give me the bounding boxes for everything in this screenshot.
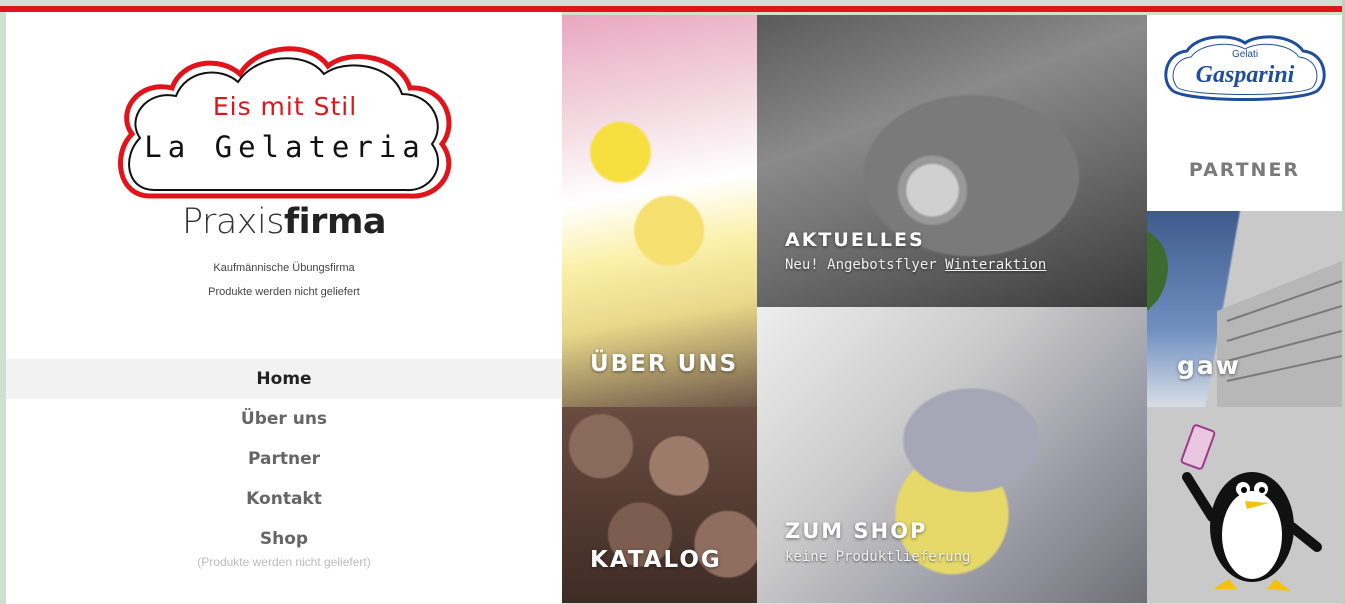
tile-shop-label: ZUM SHOP xyxy=(785,519,928,543)
logo-slogan: Eis mit Stil xyxy=(212,92,358,121)
tile-katalog[interactable]: KATALOG xyxy=(562,407,757,603)
nav-shop[interactable]: Shop xyxy=(6,519,562,559)
penguin-mascot-icon xyxy=(1180,424,1322,591)
nav-ueber-uns[interactable]: Über uns xyxy=(6,399,562,439)
tile-katalog-label: KATALOG xyxy=(590,547,722,573)
tile-ueber-uns[interactable]: ÜBER UNS xyxy=(562,15,757,407)
praxisfirma-title: Praxisfirma xyxy=(6,202,562,242)
aktuelles-sub-text: Neu! Angebotsflyer xyxy=(785,257,946,273)
tagline-2: Produkte werden nicht geliefert xyxy=(208,286,360,298)
tile-penguin-mascot[interactable] xyxy=(1147,407,1342,603)
tile-shop-sub: keine Produktlieferung xyxy=(785,549,971,565)
tile-partner[interactable]: Gelati Gasparini PARTNER xyxy=(1147,15,1342,211)
tile-aktuelles[interactable]: AKTUELLES Neu! Angebotsflyer Winteraktio… xyxy=(757,15,1147,307)
shop-note: (Produkte werden nicht geliefert) xyxy=(197,555,371,569)
nav-home[interactable]: Home xyxy=(6,359,562,399)
tile-zum-shop[interactable]: ZUM SHOP keine Produktlieferung xyxy=(757,307,1147,603)
tile-gaw[interactable]: gaw xyxy=(1147,211,1342,407)
nav-partner[interactable]: Partner xyxy=(6,439,562,479)
tile-aktuelles-label: AKTUELLES xyxy=(785,229,925,251)
main-nav: Home Über uns Partner Kontakt Shop (Prod… xyxy=(6,359,562,569)
tile-gaw-label: gaw xyxy=(1177,351,1241,380)
brand-light: Praxis xyxy=(181,202,285,242)
gasparini-small-text: Gelati xyxy=(1231,49,1259,60)
logo-name: La Gelateria xyxy=(144,130,426,164)
tile-partner-label: PARTNER xyxy=(1188,159,1301,181)
tile-aktuelles-sub: Neu! Angebotsflyer Winteraktion xyxy=(785,257,1046,273)
winteraktion-link[interactable]: Winteraktion xyxy=(945,257,1046,273)
nav-kontakt[interactable]: Kontakt xyxy=(6,479,562,519)
gasparini-logo: Gelati Gasparini xyxy=(1161,29,1329,107)
tagline-1: Kaufmännische Übungsfirma xyxy=(213,262,355,274)
brand-bold: firma xyxy=(283,202,387,242)
gasparini-main-text: Gasparini xyxy=(1195,62,1295,88)
tile-ueber-uns-label: ÜBER UNS xyxy=(590,351,739,377)
sidebar: Eis mit Stil La Gelateria Praxisfirma Ka… xyxy=(6,12,562,604)
gelateria-logo[interactable]: Eis mit Stil La Gelateria xyxy=(110,26,460,206)
